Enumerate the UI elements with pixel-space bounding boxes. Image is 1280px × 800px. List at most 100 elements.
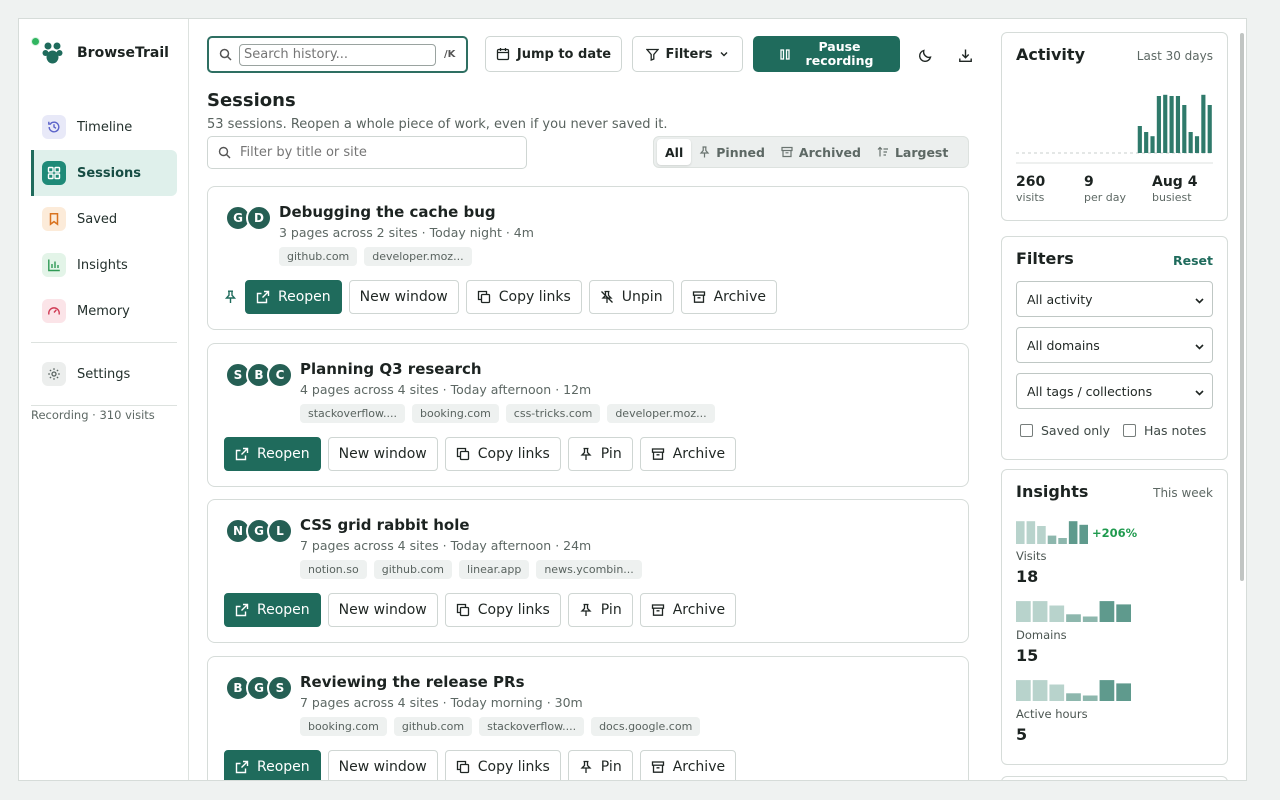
stat-busiest: Aug 4 busiest: [1152, 174, 1197, 204]
button-label: Reopen: [257, 602, 310, 618]
insight-bar: [1066, 693, 1081, 701]
archive-button[interactable]: Archive: [680, 280, 777, 314]
session-title[interactable]: Debugging the cache bug: [279, 203, 496, 221]
tab-all[interactable]: All: [657, 139, 692, 165]
new-window-button[interactable]: New window: [327, 593, 438, 627]
site-chip[interactable]: booking.com: [411, 404, 499, 423]
pin-button[interactable]: Pin: [567, 750, 633, 780]
new-window-button[interactable]: New window: [327, 750, 438, 780]
reopen-button[interactable]: Reopen: [224, 437, 321, 471]
avatar: L: [267, 518, 293, 544]
search-input[interactable]: [239, 43, 436, 66]
chevron-down-icon: [1195, 390, 1204, 396]
site-chip[interactable]: css-tricks.com: [505, 404, 601, 423]
sidebar-item-saved[interactable]: Saved: [31, 196, 177, 242]
bar-chart-icon: [42, 253, 66, 277]
insight-bar: [1016, 680, 1031, 701]
unpin-button[interactable]: Unpin: [588, 280, 674, 314]
pin-button[interactable]: Pin: [567, 593, 633, 627]
site-chip[interactable]: notion.so: [300, 560, 367, 579]
domains-select[interactable]: All domains: [1016, 327, 1213, 363]
tab-largest[interactable]: Largest: [869, 139, 956, 165]
filters-dropdown-button[interactable]: Filters: [632, 36, 743, 72]
button-label: Archive: [672, 602, 726, 618]
archive-button[interactable]: Archive: [639, 437, 737, 471]
filters-label: Filters: [665, 46, 713, 62]
site-chip[interactable]: stackoverflow....: [300, 404, 405, 423]
tags-select[interactable]: All tags / collections: [1016, 373, 1213, 409]
activity-select[interactable]: All activity: [1016, 281, 1213, 317]
pin-icon: [580, 760, 592, 773]
site-chip[interactable]: github.com: [279, 247, 358, 266]
copy-links-button[interactable]: Copy links: [444, 750, 561, 780]
page-title: Sessions: [207, 90, 296, 111]
reopen-button[interactable]: Reopen: [224, 750, 321, 780]
session-title[interactable]: CSS grid rabbit hole: [300, 516, 470, 534]
activity-sparkline: [1016, 94, 1213, 164]
copy-links-button[interactable]: Copy links: [465, 280, 582, 314]
insight-bar: [1116, 683, 1131, 701]
search-box[interactable]: /K: [207, 36, 468, 73]
insight-label: Domains: [1016, 628, 1067, 642]
copy-links-button[interactable]: Copy links: [444, 437, 561, 471]
page-subtitle: 53 sessions. Reopen a whole piece of wor…: [207, 117, 668, 132]
new-window-button[interactable]: New window: [348, 280, 459, 314]
site-chip[interactable]: news.ycombin...: [536, 560, 642, 579]
site-chip[interactable]: booking.com: [300, 717, 387, 736]
site-chip[interactable]: docs.google.com: [591, 717, 701, 736]
avatar: C: [267, 362, 293, 388]
session-title[interactable]: Reviewing the release PRs: [300, 673, 525, 691]
sidebar-item-insights[interactable]: Insights: [31, 242, 177, 288]
domains-sparkline: [1016, 601, 1131, 622]
export-button[interactable]: [954, 44, 976, 66]
checkbox-box[interactable]: [1020, 424, 1033, 437]
pause-recording-button[interactable]: Pause recording: [753, 36, 900, 72]
button-label: Copy links: [498, 289, 571, 305]
button-label: Archive: [672, 759, 726, 775]
session-title[interactable]: Planning Q3 research: [300, 360, 482, 378]
tab-archived[interactable]: Archived: [773, 139, 869, 165]
reset-filters-button[interactable]: Reset: [1173, 253, 1213, 268]
jump-to-date-button[interactable]: Jump to date: [485, 36, 622, 72]
dark-mode-toggle[interactable]: [914, 44, 936, 66]
external-link-icon: [235, 603, 249, 617]
history-icon: [42, 115, 66, 139]
saved-only-checkbox[interactable]: Saved only: [1020, 423, 1110, 438]
archive-button[interactable]: Archive: [639, 593, 737, 627]
session-filter-input[interactable]: [240, 145, 510, 160]
site-chip[interactable]: github.com: [373, 560, 453, 579]
stat-label: busiest: [1152, 191, 1192, 204]
site-chip[interactable]: linear.app: [459, 560, 530, 579]
scrollbar[interactable]: [1240, 33, 1244, 581]
sidebar-item-sessions[interactable]: Sessions: [31, 150, 177, 196]
new-window-button[interactable]: New window: [327, 437, 438, 471]
insights-range: This week: [1153, 486, 1213, 500]
insight-bar: [1032, 601, 1048, 622]
reopen-button[interactable]: Reopen: [245, 280, 342, 314]
stat-per-day: 9 per day: [1084, 174, 1126, 204]
button-label: Pin: [600, 759, 622, 775]
gear-icon: [42, 362, 66, 386]
pin-button[interactable]: Pin: [567, 437, 633, 471]
tab-pinned[interactable]: Pinned: [691, 139, 773, 165]
checkbox-box[interactable]: [1123, 424, 1136, 437]
site-chip[interactable]: stackoverflow....: [479, 717, 585, 736]
site-chip[interactable]: github.com: [393, 717, 473, 736]
copy-links-button[interactable]: Copy links: [444, 593, 561, 627]
sidebar-item-memory[interactable]: Memory: [31, 288, 177, 334]
brand[interactable]: BrowseTrail: [42, 41, 169, 65]
reopen-button[interactable]: Reopen: [224, 593, 321, 627]
session-filter-box[interactable]: [207, 136, 527, 169]
site-chips: stackoverflow.... booking.com css-tricks…: [300, 404, 722, 423]
has-notes-checkbox[interactable]: Has notes: [1123, 423, 1206, 438]
site-chip[interactable]: developer.moz...: [607, 404, 715, 423]
jump-to-date-label: Jump to date: [516, 46, 612, 62]
sidebar-item-timeline[interactable]: Timeline: [31, 104, 177, 150]
archive-button[interactable]: Archive: [639, 750, 737, 780]
recording-dot-icon: [31, 37, 40, 46]
visits-change: +206%: [1092, 526, 1138, 540]
site-chip[interactable]: developer.moz...: [364, 247, 472, 266]
sidebar-item-settings[interactable]: Settings: [31, 351, 177, 397]
button-label: New window: [338, 759, 427, 775]
search-icon: [218, 146, 231, 159]
